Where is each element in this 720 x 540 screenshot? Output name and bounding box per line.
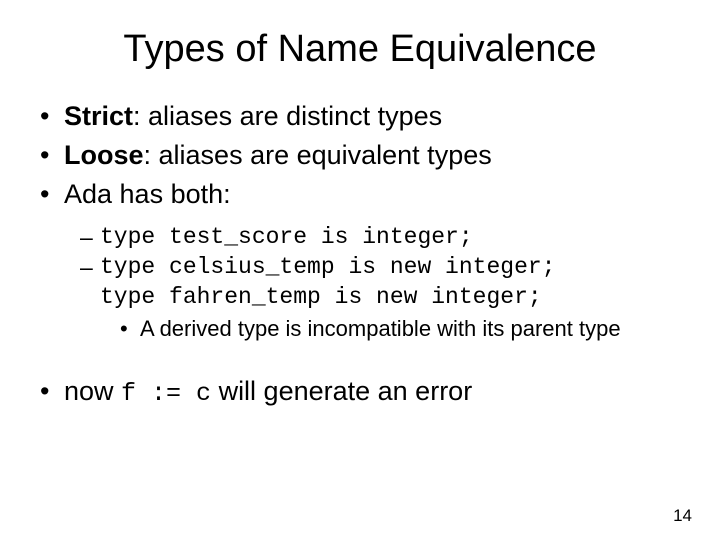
sub-bullet-list: A derived type is incompatible with its … bbox=[40, 316, 680, 342]
code-line-1: type test_score is integer; bbox=[80, 224, 680, 250]
code-line-3: type fahren_temp is new integer; bbox=[80, 284, 680, 310]
bullet-strict: Strict: aliases are distinct types bbox=[40, 101, 680, 132]
error-pre: now bbox=[64, 376, 121, 406]
strict-label: Strict bbox=[64, 101, 133, 131]
page-number: 14 bbox=[673, 506, 692, 526]
ada-text: Ada has both: bbox=[64, 179, 231, 209]
last-bullet-list: now f := c will generate an error bbox=[40, 376, 680, 408]
code-dash-list: type test_score is integer; type celsius… bbox=[40, 224, 680, 310]
slide: Types of Name Equivalence Strict: aliase… bbox=[0, 0, 720, 540]
main-bullet-list: Strict: aliases are distinct types Loose… bbox=[40, 101, 680, 210]
bullet-ada: Ada has both: bbox=[40, 179, 680, 210]
error-code: f := c bbox=[121, 379, 211, 408]
error-post: will generate an error bbox=[211, 376, 472, 406]
code-line-2: type celsius_temp is new integer; bbox=[80, 254, 680, 280]
loose-label: Loose bbox=[64, 140, 144, 170]
slide-title: Types of Name Equivalence bbox=[40, 28, 680, 71]
bullet-error: now f := c will generate an error bbox=[40, 376, 680, 408]
loose-rest: : aliases are equivalent types bbox=[144, 140, 492, 170]
subnote-text: A derived type is incompatible with its … bbox=[120, 316, 680, 342]
bullet-loose: Loose: aliases are equivalent types bbox=[40, 140, 680, 171]
strict-rest: : aliases are distinct types bbox=[133, 101, 442, 131]
